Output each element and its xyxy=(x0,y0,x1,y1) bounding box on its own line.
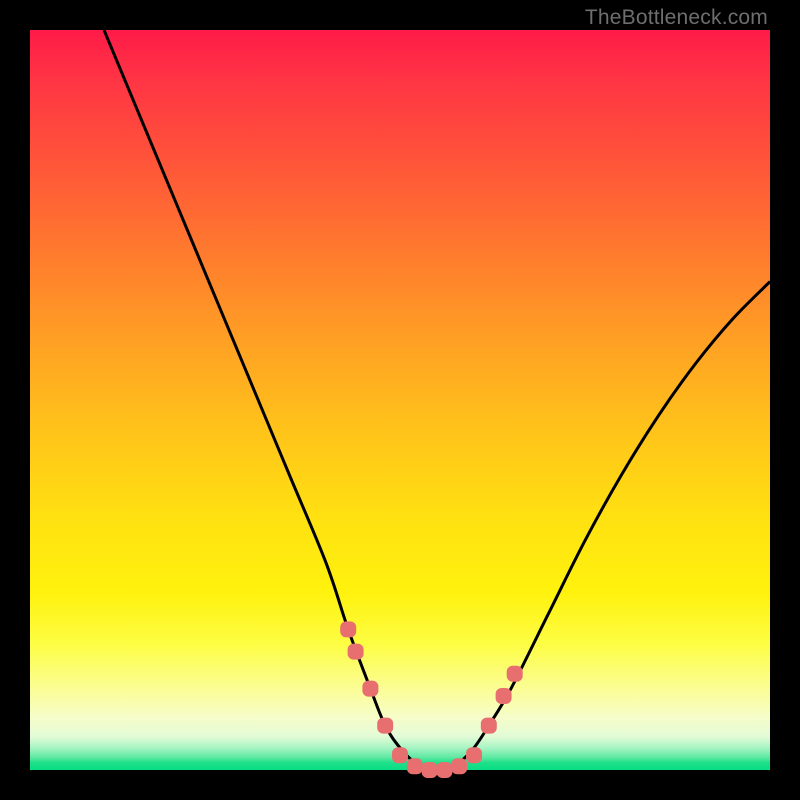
curve-marker xyxy=(451,758,467,774)
curve-marker xyxy=(507,666,523,682)
curve-marker xyxy=(362,681,378,697)
curve-marker xyxy=(481,718,497,734)
curve-marker xyxy=(422,762,438,778)
curve-marker xyxy=(466,747,482,763)
chart-frame: TheBottleneck.com xyxy=(0,0,800,800)
curve-marker xyxy=(436,762,452,778)
curve-layer xyxy=(30,30,770,770)
curve-marker xyxy=(348,644,364,660)
curve-marker xyxy=(392,747,408,763)
curve-marker xyxy=(340,621,356,637)
bottleneck-curve xyxy=(104,30,770,771)
curve-marker xyxy=(407,758,423,774)
plot-area xyxy=(30,30,770,770)
curve-markers xyxy=(340,621,523,778)
watermark-text: TheBottleneck.com xyxy=(585,6,768,30)
curve-marker xyxy=(377,718,393,734)
curve-marker xyxy=(496,688,512,704)
